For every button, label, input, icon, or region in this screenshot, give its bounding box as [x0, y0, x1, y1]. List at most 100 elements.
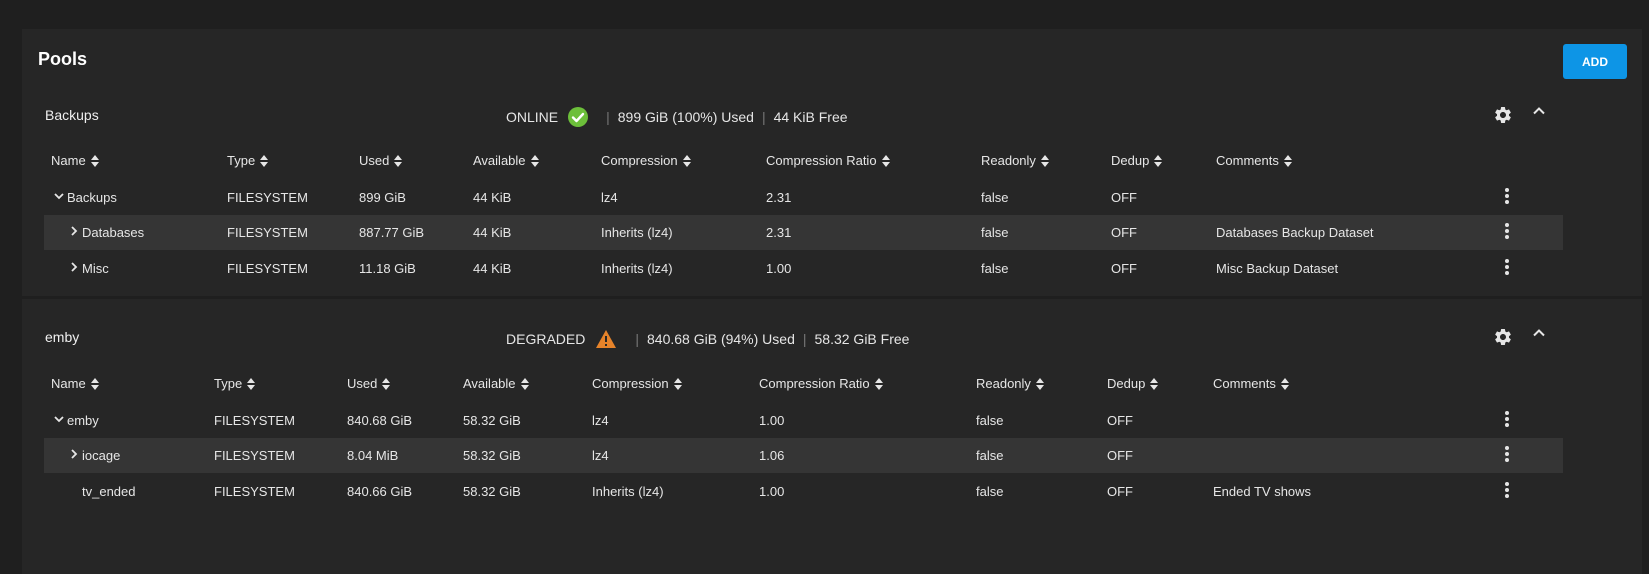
chevron-up-icon[interactable]: [1531, 325, 1547, 346]
available-cell: 44 KiB: [473, 261, 512, 276]
column-header-type[interactable]: Type: [214, 376, 256, 391]
column-header-label: Readonly: [976, 376, 1031, 391]
available-cell: 44 KiB: [473, 190, 512, 205]
chevron-down-icon[interactable]: [53, 413, 67, 428]
column-header-label: Used: [359, 153, 390, 168]
column-header-available[interactable]: Available: [463, 376, 529, 391]
table-row[interactable]: iocage FILESYSTEM 8.04 MiB 58.32 GiB lz4…: [44, 438, 1563, 473]
dataset-name: Backups: [67, 190, 117, 205]
column-header-comments[interactable]: Comments: [1213, 376, 1289, 391]
sort-icon: [1283, 155, 1292, 167]
table-row[interactable]: Misc FILESYSTEM 11.18 GiB 44 KiB Inherit…: [44, 251, 1563, 286]
column-header-label: Name: [51, 153, 86, 168]
column-header-label: Type: [227, 153, 256, 168]
column-header-compression-ratio[interactable]: Compression Ratio: [759, 376, 883, 391]
compression-cell: Inherits (lz4): [601, 225, 673, 240]
column-header-name[interactable]: Name: [51, 376, 99, 391]
chevron-right-icon[interactable]: [68, 448, 82, 463]
sort-icon: [874, 378, 883, 390]
available-cell: 44 KiB: [473, 225, 512, 240]
sort-icon: [1150, 378, 1159, 390]
pool-header: emby DEGRADED | 840.68 GiB (94%) Used | …: [22, 313, 1642, 363]
type-cell: FILESYSTEM: [227, 225, 308, 240]
readonly-cell: false: [976, 413, 1004, 428]
dataset-name-cell: Databases: [68, 225, 144, 240]
chevron-up-icon[interactable]: [1531, 103, 1547, 124]
table-row[interactable]: emby FILESYSTEM 840.68 GiB 58.32 GiB lz4…: [44, 403, 1563, 438]
ratio-cell: 2.31: [766, 225, 792, 240]
column-header-label: Compression: [601, 153, 678, 168]
pool-status-label: ONLINE: [506, 109, 559, 125]
column-header-dedup[interactable]: Dedup: [1111, 153, 1163, 168]
sort-icon: [530, 155, 539, 167]
available-cell: 58.32 GiB: [463, 448, 521, 463]
column-header-type[interactable]: Type: [227, 153, 269, 168]
column-header-name[interactable]: Name: [51, 153, 99, 168]
sort-icon: [90, 378, 99, 390]
column-header-compression[interactable]: Compression: [592, 376, 682, 391]
sort-icon: [90, 155, 99, 167]
more-vert-icon[interactable]: [1504, 222, 1510, 243]
dataset-name-cell: tv_ended: [82, 484, 136, 499]
more-vert-icon[interactable]: [1504, 410, 1510, 431]
column-header-compression[interactable]: Compression: [601, 153, 691, 168]
dataset-name: iocage: [82, 448, 121, 463]
column-header-compression-ratio[interactable]: Compression Ratio: [766, 153, 890, 168]
table-row[interactable]: Backups FILESYSTEM 899 GiB 44 KiB lz4 2.…: [44, 180, 1563, 215]
used-cell: 840.68 GiB: [347, 413, 413, 428]
available-cell: 58.32 GiB: [463, 484, 521, 499]
pool-status: ONLINE | 899 GiB (100%) Used | 44 KiB Fr…: [506, 107, 848, 127]
more-vert-icon[interactable]: [1504, 481, 1510, 502]
pool-emby: emby DEGRADED | 840.68 GiB (94%) Used | …: [22, 313, 1642, 519]
sort-icon: [1035, 378, 1044, 390]
more-vert-icon[interactable]: [1504, 445, 1510, 466]
pool-divider: [22, 296, 1642, 299]
column-header-readonly[interactable]: Readonly: [976, 376, 1044, 391]
dataset-name: Databases: [82, 225, 145, 240]
compression-cell: Inherits (lz4): [601, 261, 673, 276]
readonly-cell: false: [981, 225, 1009, 240]
column-header-available[interactable]: Available: [473, 153, 539, 168]
used-cell: 899 GiB: [359, 190, 406, 205]
compression-cell: lz4: [592, 448, 609, 463]
dedup-cell: OFF: [1111, 261, 1137, 276]
type-cell: FILESYSTEM: [214, 484, 295, 499]
dedup-cell: OFF: [1107, 413, 1133, 428]
ratio-cell: 1.00: [766, 261, 792, 276]
column-header-label: Compression Ratio: [766, 153, 877, 168]
ratio-cell: 2.31: [766, 190, 792, 205]
column-header-label: Compression: [592, 376, 669, 391]
chevron-down-icon[interactable]: [53, 190, 67, 205]
pool-status: DEGRADED | 840.68 GiB (94%) Used | 58.32…: [506, 329, 909, 349]
compression-cell: lz4: [601, 190, 618, 205]
dedup-cell: OFF: [1107, 448, 1133, 463]
more-vert-icon[interactable]: [1504, 258, 1510, 279]
dataset-name-cell: emby: [53, 413, 99, 428]
readonly-cell: false: [976, 484, 1004, 499]
table-row[interactable]: Databases FILESYSTEM 887.77 GiB 44 KiB I…: [44, 215, 1563, 250]
column-header-readonly[interactable]: Readonly: [981, 153, 1049, 168]
column-header-dedup[interactable]: Dedup: [1107, 376, 1159, 391]
gear-icon[interactable]: [1493, 327, 1513, 352]
table-row[interactable]: tv_ended FILESYSTEM 840.66 GiB 58.32 GiB…: [44, 474, 1563, 509]
chevron-right-icon[interactable]: [68, 225, 82, 240]
sort-icon: [394, 155, 403, 167]
more-vert-icon[interactable]: [1504, 187, 1510, 208]
pool-name: Backups: [45, 107, 99, 123]
type-cell: FILESYSTEM: [214, 448, 295, 463]
pools-card: Pools ADD Backups ONLINE | 899 GiB (100%…: [22, 29, 1642, 549]
column-header-comments[interactable]: Comments: [1216, 153, 1292, 168]
pool-free: 44 KiB Free: [773, 109, 848, 125]
used-cell: 887.77 GiB: [359, 225, 425, 240]
chevron-right-icon[interactable]: [68, 261, 82, 276]
ratio-cell: 1.00: [759, 484, 785, 499]
pool-header: Backups ONLINE | 899 GiB (100%) Used | 4…: [22, 91, 1642, 141]
column-header-used[interactable]: Used: [347, 376, 391, 391]
dataset-name-cell: Backups: [53, 190, 117, 205]
column-header-label: Comments: [1216, 153, 1279, 168]
sort-icon: [1154, 155, 1163, 167]
add-button[interactable]: ADD: [1563, 44, 1627, 79]
gear-icon[interactable]: [1493, 105, 1513, 130]
column-header-label: Available: [473, 153, 526, 168]
column-header-used[interactable]: Used: [359, 153, 403, 168]
